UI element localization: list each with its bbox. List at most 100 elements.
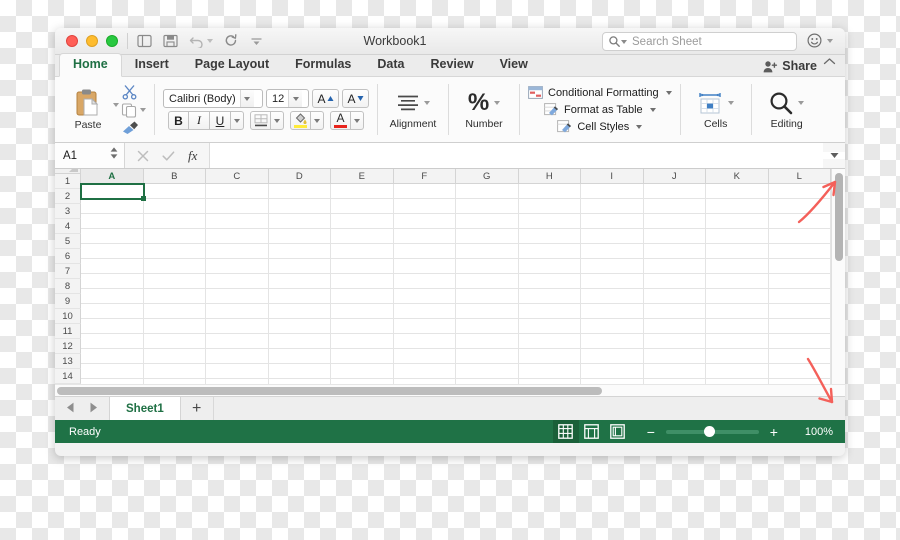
font-name-combo[interactable]: Calibri (Body) <box>163 89 263 108</box>
cell-B9[interactable] <box>143 304 206 319</box>
borders-button[interactable] <box>250 111 271 130</box>
column-header-g[interactable]: G <box>456 169 519 184</box>
cell-I3[interactable] <box>581 214 644 229</box>
tab-page-layout[interactable]: Page Layout <box>182 54 282 76</box>
column-header-e[interactable]: E <box>331 169 394 184</box>
cell-B3[interactable] <box>143 214 206 229</box>
cell-H6[interactable] <box>518 259 581 274</box>
cell-C4[interactable] <box>206 229 269 244</box>
cell-E2[interactable] <box>331 199 394 214</box>
copy-dropdown-caret[interactable] <box>140 107 146 112</box>
cell-H4[interactable] <box>518 229 581 244</box>
cell-F13[interactable] <box>393 364 456 379</box>
cell-K13[interactable] <box>706 364 769 379</box>
cell-A12[interactable] <box>81 349 144 364</box>
cell-L10[interactable] <box>768 319 831 334</box>
cell-L7[interactable] <box>768 274 831 289</box>
cell-A10[interactable] <box>81 319 144 334</box>
cell-K1[interactable] <box>706 184 769 199</box>
tab-formulas[interactable]: Formulas <box>282 54 364 76</box>
cell-A1[interactable] <box>81 184 144 199</box>
cell-D1[interactable] <box>268 184 331 199</box>
tab-home[interactable]: Home <box>59 53 122 77</box>
cell-E1[interactable] <box>331 184 394 199</box>
cell-B12[interactable] <box>143 349 206 364</box>
cell-E12[interactable] <box>331 349 394 364</box>
zoom-in-button[interactable]: + <box>768 424 780 440</box>
cell-A4[interactable] <box>81 229 144 244</box>
decrease-font-size-button[interactable]: A <box>342 89 369 108</box>
cell-I8[interactable] <box>581 289 644 304</box>
editing-dropdown-caret[interactable] <box>798 100 805 105</box>
tab-review[interactable]: Review <box>417 54 486 76</box>
cell-B4[interactable] <box>143 229 206 244</box>
vertical-scrollbar-thumb[interactable] <box>835 173 843 261</box>
cell-L2[interactable] <box>768 199 831 214</box>
cell-F10[interactable] <box>393 319 456 334</box>
cell-K10[interactable] <box>706 319 769 334</box>
copy-button[interactable] <box>121 101 146 118</box>
cell-E11[interactable] <box>331 334 394 349</box>
cell-K9[interactable] <box>706 304 769 319</box>
row-header-4[interactable]: 4 <box>55 219 81 234</box>
cell-E5[interactable] <box>331 244 394 259</box>
font-size-combo[interactable]: 12 <box>266 89 309 108</box>
cell-H7[interactable] <box>518 274 581 289</box>
cell-A5[interactable] <box>81 244 144 259</box>
horizontal-scrollbar[interactable] <box>55 384 845 396</box>
row-header-10[interactable]: 10 <box>55 309 81 324</box>
account-smiley-button[interactable] <box>807 33 833 48</box>
cell-G1[interactable] <box>456 184 519 199</box>
cell-D7[interactable] <box>268 274 331 289</box>
column-header-i[interactable]: I <box>581 169 644 184</box>
font-color-button[interactable]: A <box>330 111 351 130</box>
cell-G12[interactable] <box>456 349 519 364</box>
cell-C5[interactable] <box>206 244 269 259</box>
cell-E13[interactable] <box>331 364 394 379</box>
cell-J5[interactable] <box>643 244 706 259</box>
row-header-14[interactable]: 14 <box>55 369 81 384</box>
cell-F2[interactable] <box>393 199 456 214</box>
alignment-button[interactable]: Alignment <box>386 84 440 136</box>
cell-H11[interactable] <box>518 334 581 349</box>
cell-A9[interactable] <box>81 304 144 319</box>
cell-H13[interactable] <box>518 364 581 379</box>
editing-button[interactable]: Editing <box>760 84 814 136</box>
column-header-k[interactable]: K <box>706 169 769 184</box>
vertical-scrollbar[interactable] <box>831 169 845 384</box>
cell-A13[interactable] <box>81 364 144 379</box>
cell-L5[interactable] <box>768 244 831 259</box>
row-header-8[interactable]: 8 <box>55 279 81 294</box>
name-box-spinner[interactable] <box>110 147 118 159</box>
grid-cells[interactable] <box>81 184 831 394</box>
zoom-out-button[interactable]: − <box>645 424 657 440</box>
tab-insert[interactable]: Insert <box>122 54 182 76</box>
account-dropdown-caret[interactable] <box>827 38 833 43</box>
cell-C11[interactable] <box>206 334 269 349</box>
cell-H8[interactable] <box>518 289 581 304</box>
cell-C8[interactable] <box>206 289 269 304</box>
cell-D5[interactable] <box>268 244 331 259</box>
cell-C3[interactable] <box>206 214 269 229</box>
cell-D6[interactable] <box>268 259 331 274</box>
cell-G13[interactable] <box>456 364 519 379</box>
cell-B8[interactable] <box>143 289 206 304</box>
name-box[interactable]: A1 <box>55 143 125 168</box>
bold-button[interactable]: B <box>168 111 189 130</box>
cell-A6[interactable] <box>81 259 144 274</box>
cell-F9[interactable] <box>393 304 456 319</box>
cell-K6[interactable] <box>706 259 769 274</box>
increase-font-size-button[interactable]: A <box>312 89 339 108</box>
row-header-12[interactable]: 12 <box>55 339 81 354</box>
borders-dropdown-caret[interactable] <box>271 111 284 130</box>
select-all-corner[interactable] <box>55 169 81 174</box>
cell-J4[interactable] <box>643 229 706 244</box>
cell-H2[interactable] <box>518 199 581 214</box>
cell-A8[interactable] <box>81 289 144 304</box>
conditional-formatting-caret[interactable] <box>665 90 672 95</box>
tab-view[interactable]: View <box>487 54 541 76</box>
cell-I7[interactable] <box>581 274 644 289</box>
cell-L8[interactable] <box>768 289 831 304</box>
cell-H9[interactable] <box>518 304 581 319</box>
cell-D2[interactable] <box>268 199 331 214</box>
